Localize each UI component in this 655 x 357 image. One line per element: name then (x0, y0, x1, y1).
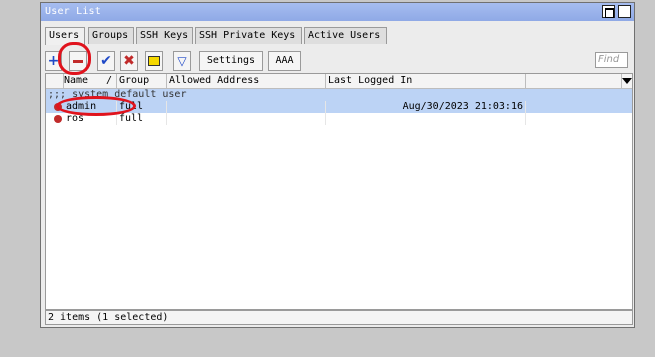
settings-button[interactable]: Settings (199, 51, 263, 71)
tab-groups[interactable]: Groups (88, 27, 134, 44)
cell-allowed-address (167, 113, 326, 125)
cell-group: full (117, 113, 167, 125)
title-bar[interactable]: User List × (41, 3, 634, 21)
close-button[interactable]: × (618, 5, 631, 18)
tab-users[interactable]: Users (45, 27, 85, 45)
column-group[interactable]: Group (117, 74, 167, 88)
user-icon (54, 115, 62, 123)
column-filler (526, 74, 622, 88)
cell-group: full (117, 101, 167, 113)
cell-name: ros (64, 113, 117, 125)
dropdown-arrow-icon (622, 78, 632, 84)
group-comment: ;;; system default user (48, 89, 187, 100)
check-icon: ✔ (100, 53, 112, 69)
cell-last-logged-in: Aug/30/2023 21:03:16 (326, 101, 526, 113)
comment-button[interactable] (145, 51, 163, 71)
table-header: Name / Group Allowed Address Last Logged … (46, 74, 632, 89)
column-name[interactable]: Name / (64, 74, 117, 88)
add-button[interactable]: + (45, 51, 62, 71)
table-row[interactable]: ros full (46, 113, 632, 125)
status-bar: 2 items (1 selected) (45, 310, 633, 325)
enable-button[interactable]: ✔ (97, 51, 115, 71)
filter-button[interactable]: ▽ (173, 51, 191, 71)
user-icon (54, 103, 62, 111)
tab-ssh-keys[interactable]: SSH Keys (136, 27, 193, 44)
cell-last-logged-in (326, 113, 526, 125)
column-allowed-address[interactable]: Allowed Address (167, 74, 326, 88)
cell-allowed-address (167, 101, 326, 113)
find-input[interactable]: Find (595, 52, 628, 68)
table-row[interactable]: admin full Aug/30/2023 21:03:16 (46, 101, 632, 113)
aaa-button[interactable]: AAA (268, 51, 301, 71)
column-menu-button[interactable] (622, 74, 632, 88)
row-icon-column (46, 74, 64, 88)
user-list-window: User List × Users Groups SSH Keys SSH Pr… (40, 2, 635, 328)
disable-button[interactable]: ✖ (120, 51, 138, 71)
toolbar: + ✔ ✖ ▽ Settings AAA (45, 51, 632, 73)
users-table: Name / Group Allowed Address Last Logged … (45, 73, 633, 310)
sort-indicator: / (105, 75, 112, 86)
cell-name: admin (64, 101, 117, 113)
x-icon: ✖ (123, 53, 135, 69)
column-name-label: Name (64, 75, 89, 86)
remove-button[interactable] (69, 51, 87, 71)
filter-icon: ▽ (177, 54, 187, 68)
minus-icon (73, 59, 83, 63)
window-title: User List (45, 6, 101, 17)
comment-icon (148, 56, 160, 66)
maximize-button[interactable] (602, 5, 615, 18)
column-last-logged-in[interactable]: Last Logged In (326, 74, 526, 88)
group-comment-row[interactable]: ;;; system default user (46, 89, 632, 101)
plus-icon: + (47, 53, 60, 69)
tab-active-users[interactable]: Active Users (304, 27, 387, 44)
tab-ssh-private-keys[interactable]: SSH Private Keys (195, 27, 302, 44)
